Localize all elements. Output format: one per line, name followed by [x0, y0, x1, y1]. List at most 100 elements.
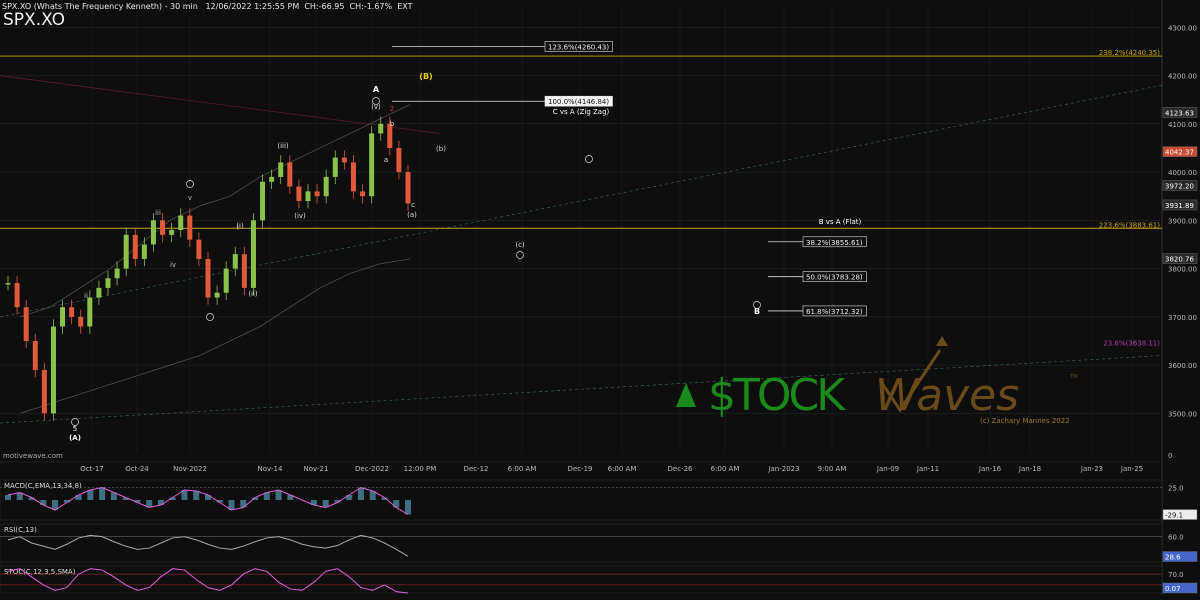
header-change: CH:-66.95 [304, 2, 345, 11]
candle-body [96, 287, 102, 298]
candle-body [141, 244, 147, 259]
candle-body [60, 307, 66, 327]
fib-target-label: 38.2%(3855.61) [806, 239, 863, 247]
candle-body [50, 326, 56, 414]
x-tick-label: 6:00 AM [711, 465, 740, 473]
candle-body [232, 254, 238, 269]
indicator-title: MACD(C,EMA,13,34,8) [4, 482, 82, 490]
wave-label: (ii) [248, 290, 258, 298]
wave-label: (iv) [294, 212, 306, 220]
price-tag-label: 3820.76 [1165, 256, 1194, 264]
indicator-title: RSI(C,13) [4, 526, 37, 534]
x-tick-label: 9:00 AM [818, 465, 847, 473]
site-watermark: motivewave.com [3, 452, 63, 460]
price-tag-label: 3972.20 [1165, 183, 1194, 191]
indicator-pane [0, 565, 1163, 594]
x-tick-label: Dec-2022 [355, 465, 389, 473]
candle-body [169, 230, 175, 235]
wave-label: B vs A (Flat) [819, 218, 862, 226]
price-tag-label: 3931.89 [1165, 202, 1194, 210]
fib-target-label: 100.0%(4146.84) [548, 98, 609, 106]
candle-body [187, 215, 193, 240]
candle-body [205, 258, 211, 298]
y-tick-label: 4000.00 [1168, 169, 1197, 177]
indicator-tick-label: 60.0 [1168, 534, 1184, 542]
header-datetime: 12/06/2022 1:25:55 PM [205, 2, 300, 11]
ma-band-lower [19, 258, 411, 414]
candle-body [123, 234, 129, 269]
x-tick-label: 12:00 PM [404, 465, 437, 473]
x-tick-label: Dec-19 [568, 465, 593, 473]
indicator-tick-label: 70.0 [1168, 571, 1184, 579]
x-tick-label: Oct-24 [125, 465, 149, 473]
wave-label: (c) [515, 241, 525, 249]
x-tick-label: Jan-23 [1080, 465, 1103, 473]
candle-body [360, 191, 366, 197]
fib-target-label: 123.6%(4260.43) [548, 43, 609, 51]
x-tick-label: 6:00 AM [608, 465, 637, 473]
fib-horizontal-label: 223.6%(3883.61) [1099, 221, 1160, 229]
y-tick-label: 4100.00 [1168, 121, 1197, 129]
candle-body [314, 191, 320, 197]
header-change-pct: CH:-1.67% [349, 2, 393, 11]
wave-label: 2 [390, 105, 394, 113]
indicator-tick-label: 25.0 [1168, 485, 1184, 493]
wave-label: (i) [236, 222, 244, 230]
y-tick-label: 4200.00 [1168, 73, 1197, 81]
candle-body [32, 341, 38, 370]
logo-copyright: (c) Zachary Mannes 2022 [980, 417, 1070, 425]
fib-horizontal-label: 23.6%(3638.11) [1103, 340, 1160, 348]
candle-body [241, 254, 247, 288]
wave-circle-marker [585, 155, 593, 163]
candle-body [150, 220, 156, 245]
candle-body [369, 133, 375, 197]
candle-body [87, 297, 93, 327]
logo-triangle-icon [676, 383, 696, 407]
x-tick-label: Dec-26 [668, 465, 694, 473]
macd-histogram-bar [405, 500, 411, 515]
x-tick-label: Nov-21 [304, 465, 329, 473]
candle-body [41, 369, 47, 414]
candle-body [114, 268, 120, 279]
fib-horizontal-label: 238.2%(4240.35) [1099, 49, 1160, 57]
y-tick-label: 3700.00 [1168, 314, 1197, 322]
chart-stage[interactable]: 3500.00 3600.00 3700.00 3800.00 3900.00 4000.… [0, 0, 1200, 595]
macd-histogram-bar [5, 495, 11, 500]
candle-body [178, 215, 184, 230]
candle-body [105, 278, 111, 288]
candle-body [78, 316, 84, 327]
candle-body [132, 234, 138, 259]
x-tick-label: 6:00 AM [508, 465, 537, 473]
candle-body [278, 162, 284, 177]
macd-histogram-bar [87, 490, 94, 500]
x-tick-label: Nov-2022 [173, 465, 207, 473]
x-axis-zero: 0 [1168, 452, 1172, 460]
y-tick-label: 3800.00 [1168, 266, 1197, 274]
wave-label: c [411, 201, 415, 209]
wave-label: A [373, 85, 380, 94]
candle-body [5, 283, 11, 285]
candle-body [196, 239, 202, 259]
candle-body [350, 162, 356, 192]
macd-histogram-bar [275, 490, 282, 500]
logo-arrow-icon [936, 336, 948, 346]
indicator-tag-label: 0.07 [1165, 585, 1181, 593]
fib-target-label: 50.0%(3783.28) [806, 274, 863, 282]
candle-body [23, 307, 29, 341]
wave-label: b [390, 120, 395, 128]
wave-label: iii [155, 209, 161, 217]
header-session: EXT [397, 2, 413, 11]
candle-body [378, 123, 384, 134]
wave-label: (b) [436, 145, 446, 153]
price-chart[interactable]: 3500.00 3600.00 3700.00 3800.00 3900.00 4000.… [0, 0, 1200, 595]
candle-body [14, 283, 20, 308]
candle-body [214, 292, 220, 298]
x-tick-label: Jan-11 [916, 465, 939, 473]
candle-body [405, 172, 411, 204]
candle-body [160, 220, 166, 235]
symbol-label: SPX.XO [3, 10, 66, 30]
logo-tm-mark: TM [1069, 374, 1077, 380]
ma-band-upper [19, 104, 411, 318]
y-tick-label: 3900.00 [1168, 217, 1197, 225]
candle-body [296, 186, 302, 202]
